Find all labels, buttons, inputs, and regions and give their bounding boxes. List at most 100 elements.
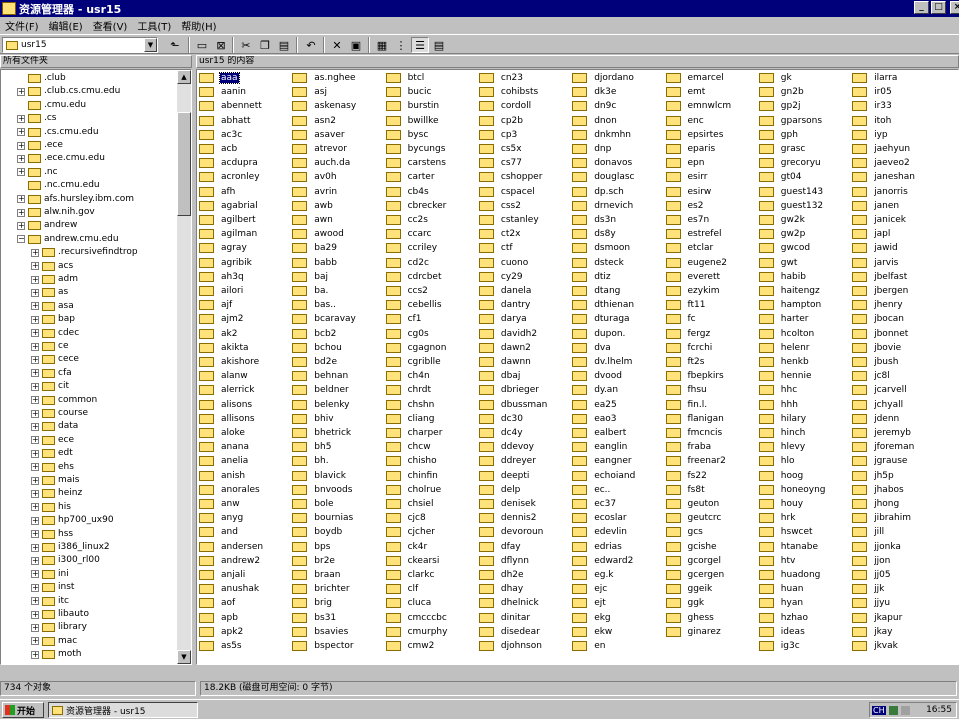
list-item[interactable]: agribik xyxy=(199,256,253,270)
list-item[interactable]: bh. xyxy=(292,454,329,468)
list-item[interactable]: fmcncis xyxy=(665,426,724,440)
list-item[interactable]: allisons xyxy=(199,412,256,426)
expand-icon[interactable]: + xyxy=(17,141,25,150)
folder-icon[interactable] xyxy=(943,641,958,651)
list-item[interactable]: chcw xyxy=(385,440,432,454)
list-item[interactable]: dva xyxy=(572,341,612,355)
tree-item[interactable]: + afs.hursley.ibm.com xyxy=(17,193,134,206)
list-item[interactable]: fc xyxy=(665,312,697,326)
start-button[interactable]: 开始 xyxy=(2,702,44,718)
list-item[interactable]: geuton xyxy=(665,497,721,511)
close-button[interactable]: × xyxy=(950,1,959,14)
list-item[interactable]: cdrcbet xyxy=(385,270,443,284)
list-item[interactable]: dawnn xyxy=(478,355,532,369)
list-item[interactable]: anana xyxy=(199,440,250,454)
folder-icon[interactable] xyxy=(943,627,958,637)
maximize-button[interactable]: □ xyxy=(931,1,946,14)
list-item[interactable]: anyg xyxy=(199,511,244,525)
list-item[interactable]: avrin xyxy=(292,185,338,199)
folder-icon[interactable] xyxy=(943,272,958,282)
list-item[interactable]: ak2 xyxy=(199,327,238,341)
up-folder-icon[interactable]: ⬑ xyxy=(166,37,184,53)
tree-item[interactable]: + ini xyxy=(31,568,69,581)
list-item[interactable]: gwcod xyxy=(758,241,811,255)
list-item[interactable]: bh5 xyxy=(292,440,332,454)
scroll-up-button[interactable]: ▲ xyxy=(177,70,191,84)
list-item[interactable]: acronley xyxy=(199,170,261,184)
list-item[interactable]: ds8y xyxy=(572,227,616,241)
list-item[interactable]: jjon xyxy=(852,554,891,568)
list-item[interactable]: alanw xyxy=(199,369,249,383)
list-item[interactable]: ec.. xyxy=(572,483,611,497)
folder-tree[interactable]: .club + .club.cs.cmu.edu .cmu.edu + .cs + .cs.c… xyxy=(0,69,192,665)
list-item[interactable]: charper xyxy=(385,426,444,440)
list-item[interactable]: awood xyxy=(292,227,345,241)
list-item[interactable]: chshn xyxy=(385,398,436,412)
expand-icon[interactable]: + xyxy=(31,503,39,512)
folder-icon[interactable] xyxy=(943,343,958,353)
list-item[interactable]: dfay xyxy=(478,540,522,554)
tree-item[interactable]: + cece xyxy=(31,353,79,366)
list-item[interactable]: es2 xyxy=(665,199,705,213)
expand-icon[interactable]: + xyxy=(31,597,39,606)
list-item[interactable]: dbaj xyxy=(478,369,521,383)
expand-icon[interactable]: + xyxy=(31,543,39,552)
scroll-thumb[interactable] xyxy=(177,112,191,216)
list-item[interactable]: jibrahim xyxy=(852,511,912,525)
list-item[interactable]: cbrecker xyxy=(385,199,448,213)
expand-icon[interactable]: + xyxy=(31,463,39,472)
list-item[interactable]: devoroun xyxy=(478,525,545,539)
expand-icon[interactable]: + xyxy=(31,302,39,311)
list-item[interactable]: dinitar xyxy=(478,611,531,625)
list-item[interactable]: estrefel xyxy=(665,227,723,241)
list-item[interactable]: cspacel xyxy=(478,185,536,199)
folder-icon[interactable] xyxy=(943,229,958,239)
menu-tools[interactable]: 工具(T) xyxy=(132,18,176,33)
delete-icon[interactable]: ✕ xyxy=(328,37,346,53)
list-item[interactable]: behnan xyxy=(292,369,349,383)
list-item[interactable]: dtang xyxy=(572,284,621,298)
list-item[interactable]: bole xyxy=(292,497,334,511)
folder-icon[interactable] xyxy=(943,116,958,126)
list-item[interactable]: beldner xyxy=(292,383,349,397)
list-item[interactable]: dc30 xyxy=(478,412,524,426)
expand-icon[interactable]: + xyxy=(17,87,25,96)
list-item[interactable]: apb xyxy=(199,611,239,625)
list-item[interactable]: ejt xyxy=(572,596,607,610)
list-item[interactable]: alisons xyxy=(199,398,253,412)
list-item[interactable]: gcs xyxy=(665,525,704,539)
list-item[interactable]: jhong xyxy=(852,497,900,511)
list-item[interactable]: bournias xyxy=(292,511,354,525)
list-item[interactable]: fergz xyxy=(665,327,712,341)
list-item[interactable]: janen xyxy=(852,199,900,213)
list-item[interactable]: cmw2 xyxy=(385,639,436,653)
list-item[interactable]: jbovie xyxy=(852,341,902,355)
list-item[interactable]: ejc xyxy=(572,582,608,596)
list-item[interactable]: ch4n xyxy=(385,369,431,383)
folder-icon[interactable] xyxy=(943,144,958,154)
list-item[interactable]: carter xyxy=(385,170,436,184)
list-item[interactable]: ginarez xyxy=(665,625,722,639)
folder-contents-list[interactable]: aaa aanin abennett abhatt ac3c acb acdupra acro… xyxy=(196,69,959,665)
list-item[interactable]: dn9c xyxy=(572,99,617,113)
list-item[interactable]: enc xyxy=(665,114,705,128)
list-item[interactable]: dbrieger xyxy=(478,383,540,397)
list-item[interactable]: jjk xyxy=(852,582,885,596)
list-item[interactable]: jkay xyxy=(852,625,893,639)
folder-icon[interactable] xyxy=(943,471,958,481)
menu-view[interactable]: 查看(V) xyxy=(88,18,133,33)
list-item[interactable]: hhc xyxy=(758,383,798,397)
expand-icon[interactable]: + xyxy=(31,610,39,619)
list-item[interactable]: hswcet xyxy=(758,525,814,539)
list-item[interactable]: gk xyxy=(758,71,793,85)
list-item[interactable]: anjali xyxy=(199,568,246,582)
list-item[interactable]: ajf xyxy=(199,298,233,312)
list-item[interactable]: dy.an xyxy=(572,383,619,397)
expand-icon[interactable]: + xyxy=(17,128,25,137)
list-item[interactable]: djohnson xyxy=(478,639,543,653)
folder-icon[interactable] xyxy=(943,300,958,310)
list-item[interactable]: ggk xyxy=(665,596,706,610)
menu-edit[interactable]: 编辑(E) xyxy=(44,18,88,33)
expand-icon[interactable]: + xyxy=(31,436,39,445)
list-item[interactable]: ir05 xyxy=(852,85,893,99)
